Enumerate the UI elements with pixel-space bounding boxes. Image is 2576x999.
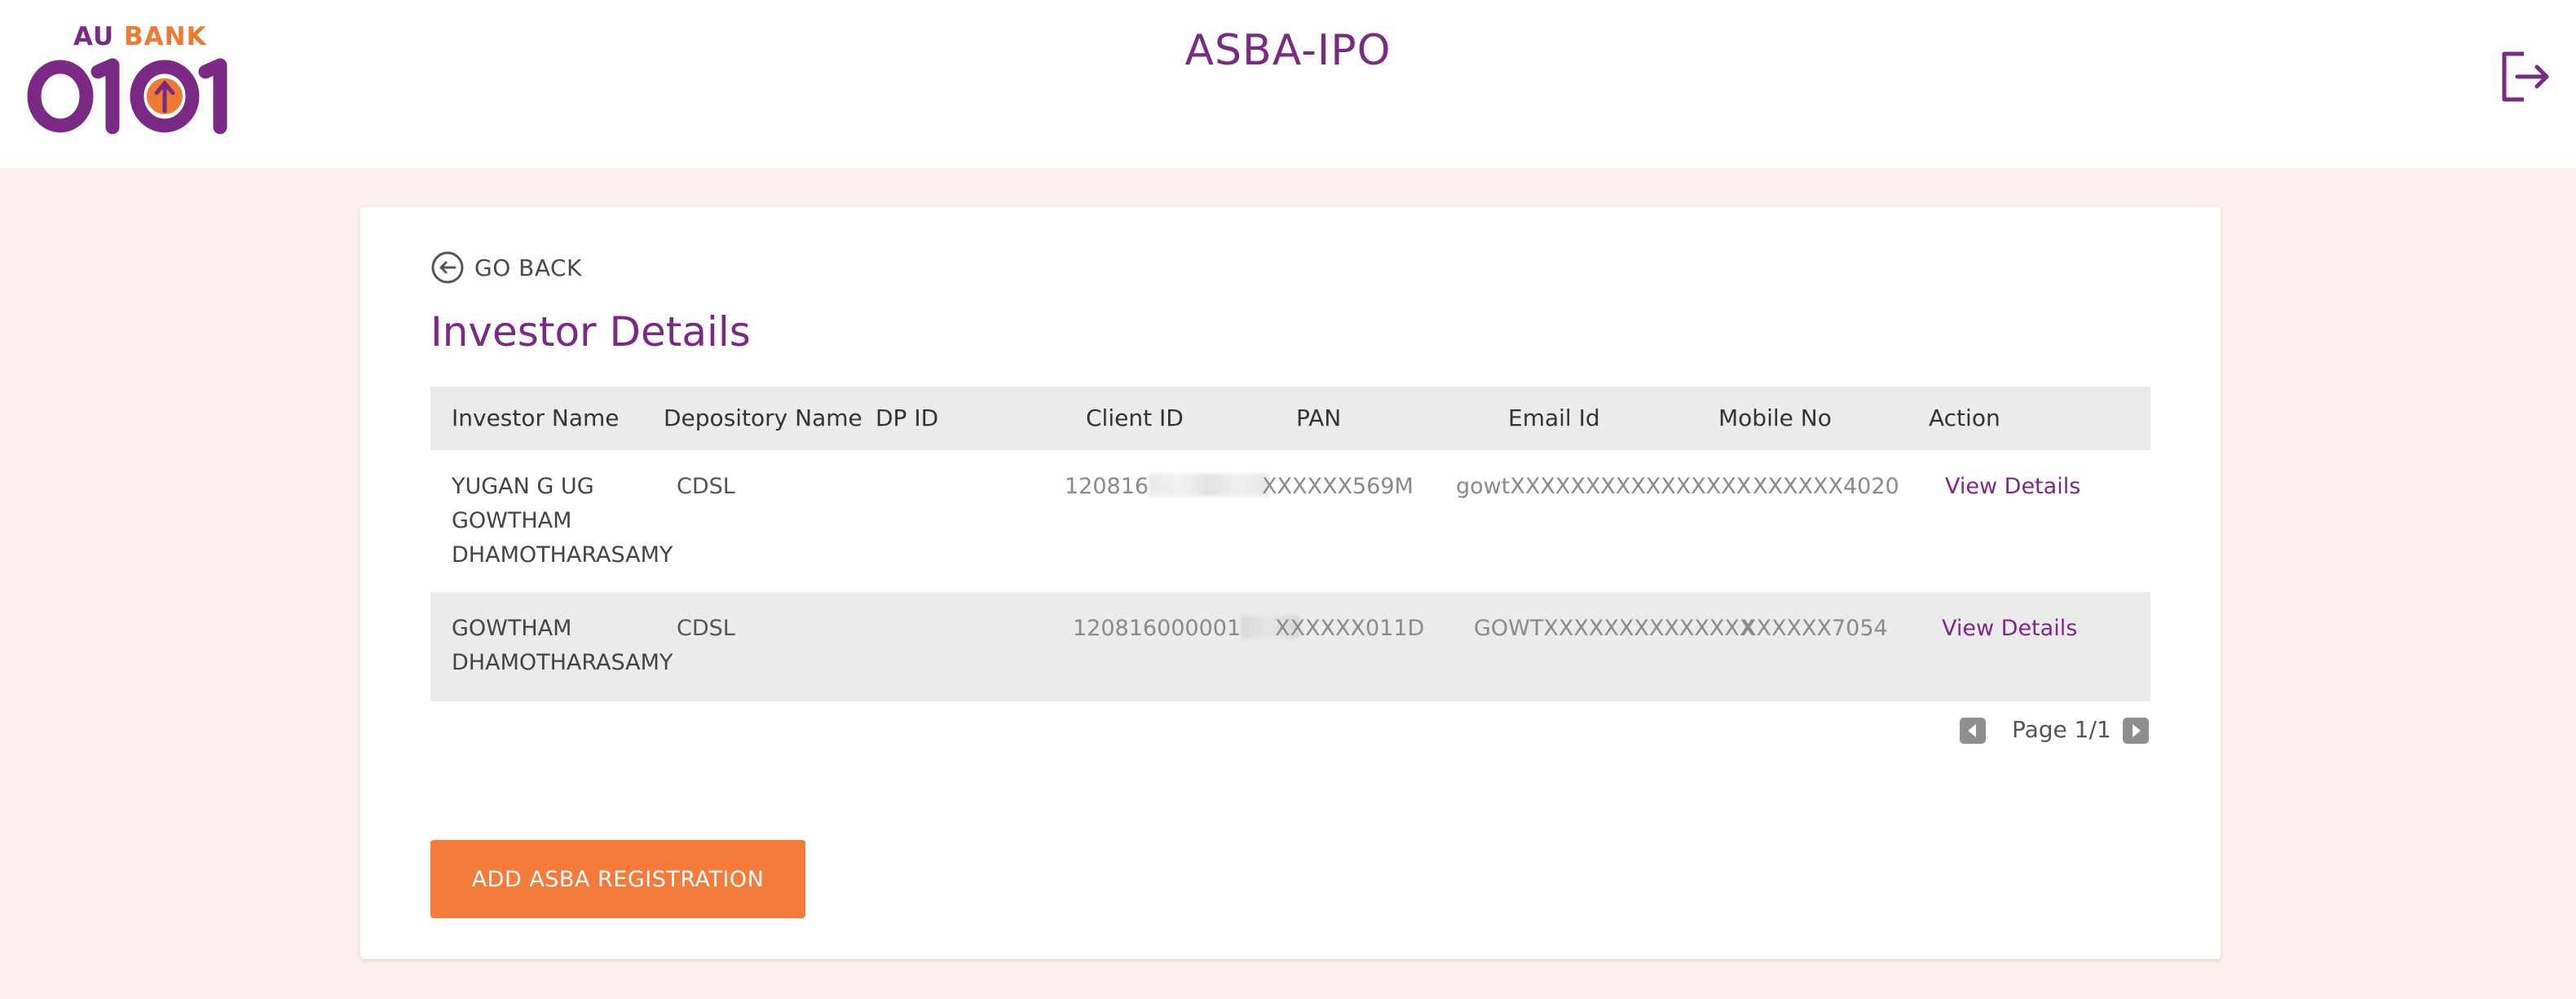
redacted-blur	[1149, 474, 1270, 497]
go-back-link[interactable]: GO BACK	[430, 250, 582, 285]
logout-button[interactable]	[2499, 49, 2552, 104]
depository-cell: CDSL	[677, 474, 735, 499]
pan-cell: XXXXXX569M	[1262, 474, 1414, 499]
back-arrow-circle-icon	[431, 251, 464, 284]
table-row: GOWTHAM DHAMOTHARASAMY CDSL 120816000001…	[430, 592, 2150, 701]
email-cell: GOWTXXXXXXXXXXXXXX	[1474, 616, 1755, 641]
add-asba-registration-button[interactable]: ADD ASBA REGISTRATION	[430, 840, 805, 918]
column-header-pan[interactable]: PAN	[1296, 387, 1341, 450]
column-header-mobile-no[interactable]: Mobile No	[1718, 387, 1832, 450]
investor-name-cell: YUGAN G UG GOWTHAM DHAMOTHARASAMY	[452, 474, 673, 568]
logout-icon	[2502, 51, 2549, 102]
client-id-visible: 120816	[1065, 474, 1149, 499]
client-id-visible: 120816000001	[1073, 616, 1242, 641]
client-id-cell: 120816000001	[1073, 612, 1300, 646]
column-header-email-id[interactable]: Email Id	[1508, 387, 1600, 450]
pan-cell: XXXXXX011D	[1275, 616, 1425, 641]
depository-cell: CDSL	[677, 616, 735, 641]
view-details-link[interactable]: View Details	[1945, 470, 2080, 504]
app-title: ASBA-IPO	[1184, 26, 1392, 75]
triangle-right-icon	[2133, 724, 2141, 737]
table-row: YUGAN G UG GOWTHAM DHAMOTHARASAMY CDSL 1…	[430, 450, 2150, 592]
column-header-client-id[interactable]: Client ID	[1086, 387, 1184, 450]
page-title: Investor Details	[430, 308, 751, 356]
column-header-dp-id[interactable]: DP ID	[876, 387, 938, 450]
email-cell: gowtXXXXXXXXXXXXXXXX	[1456, 474, 1752, 499]
investor-table: Investor Name Depository Name DP ID Clie…	[430, 387, 2150, 701]
go-back-label: GO BACK	[474, 254, 582, 281]
mobile-cell: XXXXXX4020	[1753, 474, 1899, 499]
page-indicator: Page 1/1	[2012, 716, 2111, 743]
column-header-depository-name[interactable]: Depository Name	[664, 387, 862, 450]
client-id-cell: 120816	[1065, 470, 1270, 504]
previous-page-button[interactable]	[1960, 718, 1986, 744]
next-page-button[interactable]	[2123, 718, 2149, 744]
column-header-action: Action	[1929, 404, 2000, 431]
view-details-link[interactable]: View Details	[1942, 612, 2077, 646]
investor-name-cell: GOWTHAM DHAMOTHARASAMY	[452, 616, 673, 675]
triangle-left-icon	[1968, 724, 1976, 737]
column-header-investor-name[interactable]: Investor Name	[452, 387, 620, 450]
table-header-row: Investor Name Depository Name DP ID Clie…	[430, 387, 2150, 450]
app-header: AU BANK ASBA-IPO	[0, 0, 2576, 168]
mobile-cell: XXXXXX7054	[1741, 616, 1888, 641]
